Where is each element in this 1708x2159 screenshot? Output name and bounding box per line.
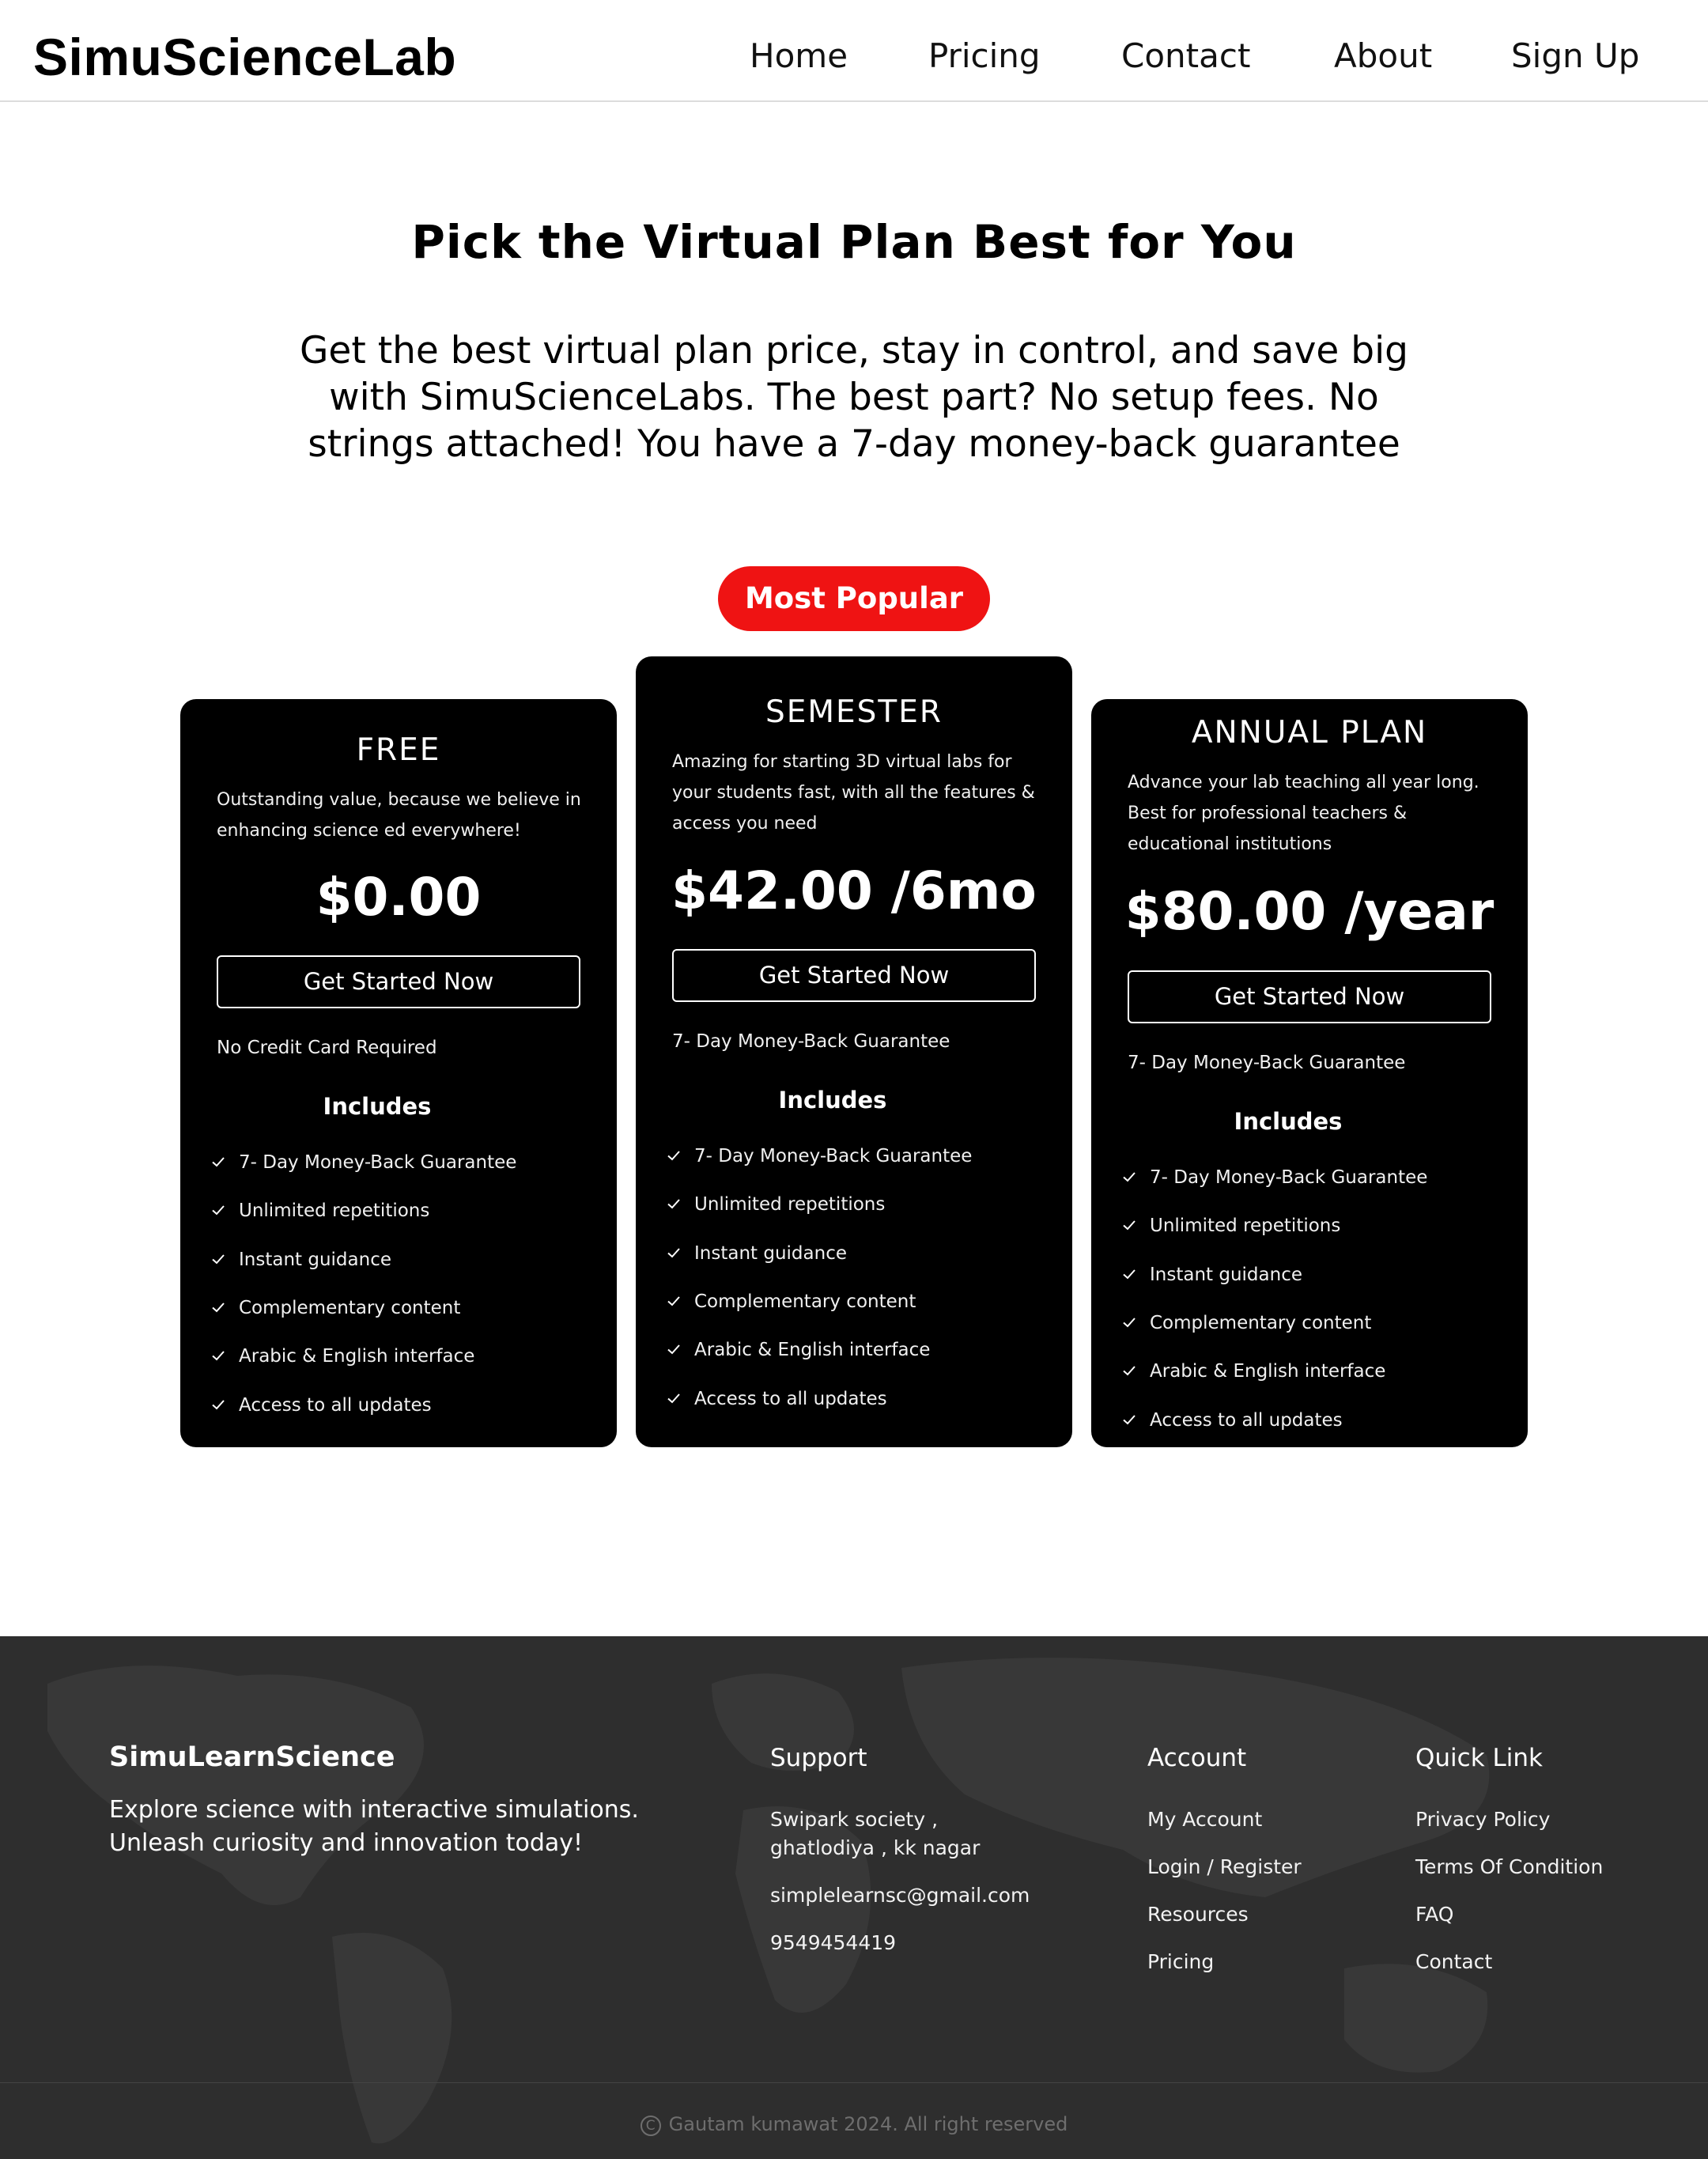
footer-divider bbox=[0, 2082, 1708, 2083]
plan-card-semester: SEMESTER Amazing for starting 3D virtual… bbox=[636, 656, 1072, 1447]
footer-phone[interactable]: 9549454419 bbox=[770, 1929, 896, 1957]
plan-description: Amazing for starting 3D virtual labs for… bbox=[672, 752, 1035, 834]
get-started-button[interactable]: Get Started Now bbox=[1128, 970, 1491, 1023]
check-icon bbox=[1123, 1172, 1136, 1182]
feature-item: Arabic & English interface bbox=[210, 1346, 474, 1370]
footer-account-heading: Account bbox=[1147, 1744, 1247, 1772]
plan-name: ANNUAL PLAN bbox=[1191, 715, 1428, 751]
includes-heading: Includes bbox=[1234, 1108, 1343, 1135]
footer-link-login-register[interactable]: Login / Register bbox=[1147, 1853, 1302, 1881]
check-icon bbox=[667, 1296, 680, 1306]
feature-item: Complementary content bbox=[666, 1291, 916, 1315]
feature-item: 7- Day Money-Back Guarantee bbox=[210, 1152, 516, 1176]
site-logo[interactable]: SimuScienceLab bbox=[33, 27, 456, 87]
plan-note: 7- Day Money-Back Guarantee bbox=[672, 1031, 950, 1052]
check-icon bbox=[1123, 1366, 1136, 1376]
plan-price: $42.00 /6mo bbox=[671, 860, 1037, 921]
site-header: SimuScienceLab Home Pricing Contact Abou… bbox=[0, 0, 1708, 102]
feature-item: Unlimited repetitions bbox=[210, 1200, 429, 1224]
nav-sign-up[interactable]: Sign Up bbox=[1511, 36, 1639, 75]
feature-item: 7- Day Money-Back Guarantee bbox=[666, 1146, 972, 1170]
footer-quick-link-heading: Quick Link bbox=[1415, 1744, 1543, 1772]
check-icon bbox=[667, 1393, 680, 1404]
footer-link-privacy-policy[interactable]: Privacy Policy bbox=[1415, 1805, 1550, 1834]
plan-price: $0.00 bbox=[316, 867, 482, 928]
feature-item: Arabic & English interface bbox=[666, 1340, 930, 1363]
check-icon bbox=[1123, 1415, 1136, 1425]
footer-link-contact[interactable]: Contact bbox=[1415, 1948, 1492, 1976]
plan-note: 7- Day Money-Back Guarantee bbox=[1128, 1053, 1406, 1073]
site-footer: SimuLearnScience Explore science with in… bbox=[0, 1636, 1708, 2159]
plan-card-annual: ANNUAL PLAN Advance your lab teaching al… bbox=[1091, 699, 1528, 1447]
feature-item: Access to all updates bbox=[666, 1389, 887, 1412]
plan-name: SEMESTER bbox=[765, 694, 943, 730]
footer-address-line1: Swipark society , bbox=[770, 1808, 939, 1831]
nav-about[interactable]: About bbox=[1334, 36, 1432, 75]
check-icon bbox=[667, 1151, 680, 1161]
footer-brand: SimuLearnScience bbox=[109, 1741, 395, 1773]
feature-item: Arabic & English interface bbox=[1121, 1361, 1385, 1385]
copyright-text: Gautam kumawat 2024. All right reserved bbox=[668, 2113, 1068, 2135]
plan-price: $80.00 /year bbox=[1124, 881, 1494, 942]
footer-link-terms[interactable]: Terms Of Condition bbox=[1415, 1853, 1603, 1881]
feature-item: 7- Day Money-Back Guarantee bbox=[1121, 1167, 1427, 1191]
feature-item: Complementary content bbox=[210, 1298, 460, 1321]
footer-address-line2: ghatlodiya , kk nagar bbox=[770, 1836, 981, 1859]
footer-link-faq[interactable]: FAQ bbox=[1415, 1900, 1453, 1929]
get-started-button[interactable]: Get Started Now bbox=[217, 955, 580, 1008]
feature-item: Access to all updates bbox=[1121, 1410, 1343, 1434]
check-icon bbox=[1123, 1220, 1136, 1231]
feature-item: Unlimited repetitions bbox=[666, 1194, 885, 1218]
feature-item: Instant guidance bbox=[666, 1243, 847, 1267]
check-icon bbox=[667, 1199, 680, 1209]
plan-name: FREE bbox=[356, 732, 441, 768]
check-icon bbox=[212, 1303, 225, 1313]
check-icon bbox=[1123, 1318, 1136, 1328]
footer-link-resources[interactable]: Resources bbox=[1147, 1900, 1249, 1929]
footer-link-pricing[interactable]: Pricing bbox=[1147, 1948, 1214, 1976]
check-icon bbox=[667, 1344, 680, 1355]
nav-pricing[interactable]: Pricing bbox=[928, 36, 1041, 75]
page-title: Pick the Virtual Plan Best for You bbox=[411, 215, 1297, 269]
most-popular-badge: Most Popular bbox=[718, 566, 990, 631]
plan-card-free: FREE Outstanding value, because we belie… bbox=[180, 699, 617, 1447]
copyright-icon: C bbox=[640, 2116, 661, 2136]
check-icon bbox=[212, 1351, 225, 1361]
get-started-button[interactable]: Get Started Now bbox=[672, 949, 1036, 1002]
plan-description: Outstanding value, because we believe in… bbox=[217, 790, 581, 841]
copyright: C Gautam kumawat 2024. All right reserved bbox=[0, 2113, 1708, 2136]
nav-home[interactable]: Home bbox=[750, 36, 848, 75]
footer-support-heading: Support bbox=[770, 1744, 867, 1772]
includes-heading: Includes bbox=[778, 1087, 887, 1114]
page-subtitle: Get the best virtual plan price, stay in… bbox=[300, 329, 1408, 466]
footer-email[interactable]: simplelearnsc@gmail.com bbox=[770, 1881, 1030, 1910]
feature-item: Unlimited repetitions bbox=[1121, 1216, 1340, 1239]
feature-item: Instant guidance bbox=[210, 1250, 391, 1273]
nav-contact[interactable]: Contact bbox=[1121, 36, 1250, 75]
check-icon bbox=[212, 1400, 225, 1410]
check-icon bbox=[667, 1248, 680, 1258]
feature-item: Instant guidance bbox=[1121, 1265, 1302, 1288]
plan-note: No Credit Card Required bbox=[217, 1038, 437, 1058]
feature-item: Complementary content bbox=[1121, 1313, 1371, 1337]
footer-link-my-account[interactable]: My Account bbox=[1147, 1805, 1262, 1834]
footer-tagline: Explore science with interactive simulat… bbox=[109, 1796, 639, 1857]
includes-heading: Includes bbox=[323, 1093, 432, 1120]
check-icon bbox=[212, 1254, 225, 1265]
check-icon bbox=[212, 1205, 225, 1216]
check-icon bbox=[1123, 1269, 1136, 1280]
plan-description: Advance your lab teaching all year long.… bbox=[1128, 773, 1479, 854]
check-icon bbox=[212, 1157, 225, 1167]
feature-item: Access to all updates bbox=[210, 1395, 432, 1419]
